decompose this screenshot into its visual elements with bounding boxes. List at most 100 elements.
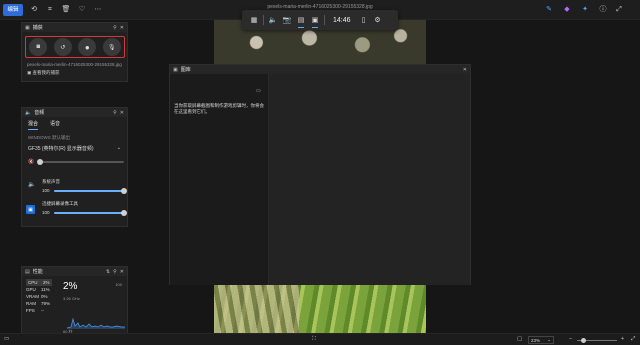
performance-stats-list: CPU 2% GPU 11% VRAM 0% RAM 79% FPS -- <box>26 279 52 314</box>
stat-key: FPS <box>26 308 35 313</box>
clock: 14:46 <box>333 16 351 24</box>
screenshot-button[interactable]: ◙ <box>29 38 48 56</box>
start-recording-button[interactable]: ● <box>78 38 97 56</box>
mic-toggle-button[interactable]: 🎙 <box>102 38 121 56</box>
info-icon[interactable]: ⓘ <box>598 4 608 16</box>
fit-screen-icon[interactable]: ⛶ <box>312 336 316 343</box>
zoom-value: 23% <box>531 337 541 343</box>
settings-icon[interactable]: ⚙ <box>371 10 385 30</box>
app-volume-knob[interactable] <box>121 209 127 216</box>
app-name: 系统声音 <box>42 179 60 184</box>
audio-widget-icon: 🔈 <box>25 109 32 116</box>
last-capture-filename: pexels-maria-merlin-4716025300-29155328.… <box>27 62 122 67</box>
separator <box>263 15 264 25</box>
zoom-select[interactable]: 23% ⌄ <box>528 336 554 344</box>
graph-max-label: 100 <box>115 282 122 287</box>
gallery-list-pane: ▭ 当你获取屏幕截图和制作游戏剪辑时，你将会在这里看到它们。 <box>170 74 269 285</box>
rewind-icon: ↺ <box>60 44 66 51</box>
filmstrip-icon[interactable]: ▭ <box>4 336 9 342</box>
audio-header: 🔈 音频 ⚲ ✕ <box>22 108 127 117</box>
performance-widget: ▤ 性能 ⇅ ⚲ ✕ CPU 2% GPU 11% VRAM 0% RAM 79% FP… <box>21 266 128 339</box>
close-icon[interactable]: ✕ <box>120 110 124 116</box>
expand-icon[interactable]: ⤢ <box>614 4 624 16</box>
battery-icon: ▯ <box>361 17 366 24</box>
app-volume-fill <box>53 189 124 192</box>
device-volume-knob[interactable] <box>36 159 43 165</box>
stat-key: CPU <box>28 280 38 285</box>
performance-widget-icon: ▤ <box>25 268 30 275</box>
mic-off-icon: 🎙 <box>107 44 116 51</box>
app-volume-slider[interactable] <box>53 209 127 216</box>
view-captures-link[interactable]: ▣ 查看我的捕获 <box>27 70 60 76</box>
options-icon[interactable]: ⇅ <box>106 269 110 275</box>
default-output-label: WINDOWS 默认输出 <box>28 135 70 140</box>
app-volume-slider[interactable] <box>53 187 127 194</box>
audio-widget: 🔈 音频 ⚲ ✕ 混合 语音 WINDOWS 默认输出 GF35 (英特尔(R)… <box>21 107 128 227</box>
device-volume-slider[interactable] <box>36 159 124 165</box>
capture-title: 捕获 <box>32 25 43 31</box>
zoom-slider-knob[interactable] <box>581 338 586 343</box>
stat-row-gpu[interactable]: GPU 11% <box>26 286 52 293</box>
capture-widget: ▣ 捕获 ⚲ ✕ ◙ ↺ ● 🎙 pexels-maria-merlin-471… <box>21 22 128 82</box>
close-icon[interactable]: ✕ <box>120 269 124 275</box>
app-volume-value: 100 <box>42 188 50 193</box>
output-device-select[interactable]: GF35 (英特尔(R) 显示器音频) ⌄ <box>28 145 121 152</box>
stat-value: 79% <box>41 301 51 306</box>
stat-value: -- <box>41 308 44 313</box>
gamebar-home: ▦ 🔈 📷 ▤ ▣ 14:46 ▯ ⚙ <box>242 10 398 30</box>
chevron-down-icon: ⌄ <box>547 337 551 342</box>
stat-value: 11% <box>41 287 50 292</box>
pin-icon[interactable]: ⚲ <box>113 110 117 116</box>
tab-mix[interactable]: 混合 <box>28 120 39 130</box>
gallery-title: 图库 <box>180 67 191 73</box>
gallery-empty-message: 当你获取屏幕截图和制作游戏剪辑时，你将会在这里看到它们。 <box>174 103 264 114</box>
widget-menu-icon[interactable]: ▦ <box>247 10 261 30</box>
pin-icon[interactable]: ⚲ <box>113 269 117 275</box>
app-name: 迅捷屏幕录像工具 <box>42 201 78 206</box>
cpu-usage-value: 2% <box>63 281 78 292</box>
recorder-app-icon: ▣ <box>26 205 35 214</box>
app-volume-fill <box>53 211 124 214</box>
stat-key: RAM <box>26 301 36 306</box>
record-icon: ● <box>84 42 90 52</box>
output-device-name: GF35 (英特尔(R) 显示器音频) <box>28 146 94 152</box>
record-last-button[interactable]: ↺ <box>53 38 72 56</box>
close-icon[interactable]: ✕ <box>463 67 467 73</box>
open-folder-icon[interactable]: ▭ <box>256 88 261 94</box>
ai-icon[interactable]: ✦ <box>580 4 590 16</box>
stat-key: VRAM <box>26 294 40 299</box>
viewer-statusbar: ▭ ⛶ ▢ 23% ⌄ − + ⤢ <box>0 333 640 345</box>
tab-voice[interactable]: 语音 <box>50 120 60 130</box>
stat-row-cpu[interactable]: CPU 2% <box>26 279 52 286</box>
capture-widget-icon: ▣ <box>25 24 30 31</box>
gallery-widget: ▣ 图库 ✕ ▭ 当你获取屏幕截图和制作游戏剪辑时，你将会在这里看到它们。 <box>169 64 471 285</box>
gallery-icon[interactable]: ▣ <box>308 10 322 30</box>
camera-icon[interactable]: 📷 <box>280 10 294 30</box>
gallery-header: ▣ 图库 ✕ <box>170 65 470 74</box>
performance-header: ▤ 性能 ⇅ ⚲ ✕ <box>22 267 127 276</box>
app-volume-knob[interactable] <box>121 187 127 194</box>
audio-tabs: 混合 语音 <box>22 120 127 130</box>
muted-speaker-icon[interactable]: 🔇 <box>28 159 34 165</box>
speaker-icon: 🔈 <box>28 182 36 188</box>
actual-size-icon[interactable]: ▢ <box>517 336 522 342</box>
zoom-out-icon[interactable]: − <box>569 336 572 342</box>
performance-title: 性能 <box>32 269 43 275</box>
stat-value: 0% <box>41 294 48 299</box>
screen: 编辑 ⟲ ⌗ 🗑 ♡ ⋯ pexels-maria-merlin-4716025… <box>0 0 640 345</box>
performance-icon[interactable]: ▤ <box>294 10 308 30</box>
stat-row-vram[interactable]: VRAM 0% <box>26 293 52 300</box>
zoom-slider[interactable] <box>577 338 617 343</box>
designer-icon[interactable]: ◆ <box>562 4 572 16</box>
fullscreen-icon[interactable]: ⤢ <box>631 336 635 343</box>
stat-row-ram[interactable]: RAM 79% <box>26 300 52 307</box>
close-icon[interactable]: ✕ <box>120 25 124 31</box>
pin-icon[interactable]: ⚲ <box>113 25 117 31</box>
gallery-widget-icon: ▣ <box>173 66 178 73</box>
stat-row-fps[interactable]: FPS -- <box>26 307 52 314</box>
separator <box>324 15 325 25</box>
audio-icon[interactable]: 🔈 <box>266 10 280 30</box>
cpu-frequency: 3.26 GHz <box>63 296 80 301</box>
share-icon[interactable]: ✎ <box>544 4 554 16</box>
zoom-in-icon[interactable]: + <box>621 336 624 342</box>
